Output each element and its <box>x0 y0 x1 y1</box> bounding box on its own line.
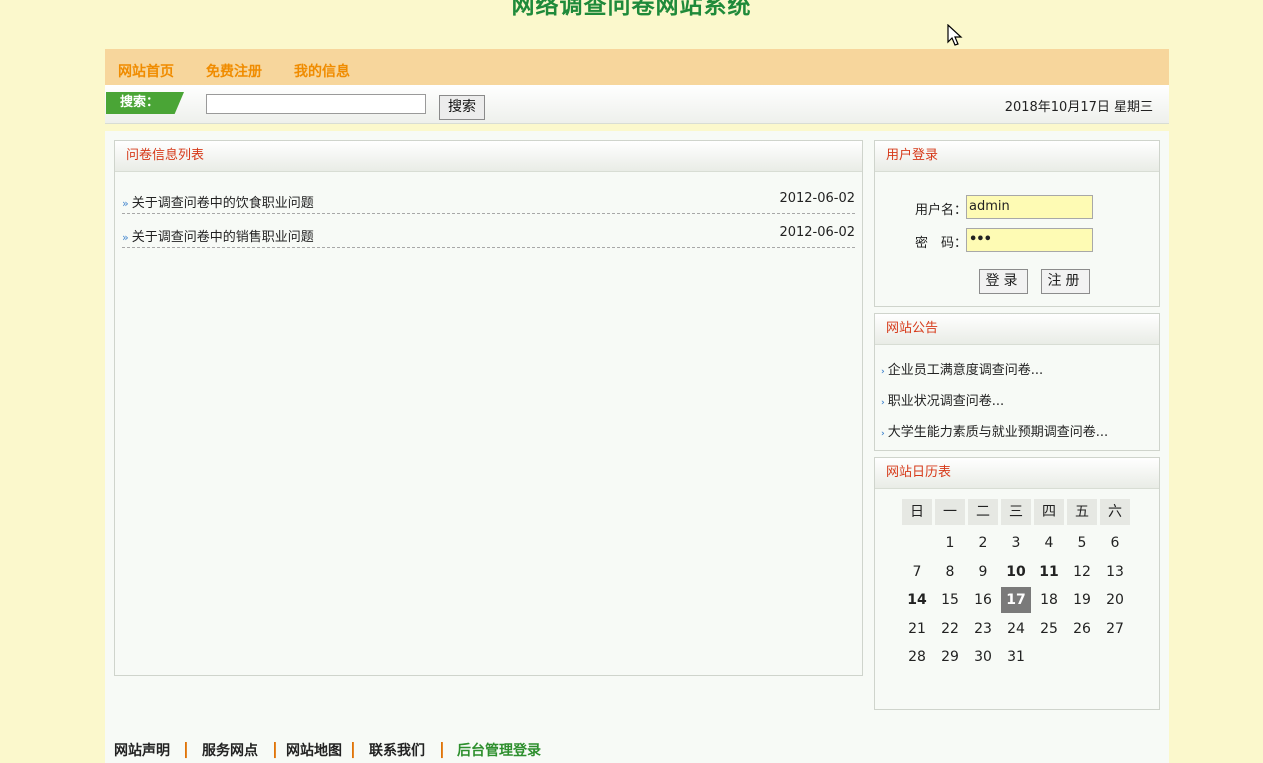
calendar-weekday-header: 三 <box>1001 499 1031 525</box>
list-item[interactable]: › 大学生能力素质与就业预期调查问卷... <box>881 421 1108 440</box>
calendar-day[interactable]: 30 <box>968 644 998 670</box>
calendar-day[interactable]: 27 <box>1100 616 1130 642</box>
chevron-right-icon: › <box>881 367 885 377</box>
calendar-day[interactable]: 25 <box>1034 616 1064 642</box>
calendar-day[interactable]: 15 <box>935 587 965 613</box>
calendar-day[interactable]: 10 <box>1001 559 1031 585</box>
search-bar: 搜索： 搜索 2018年10月17日 星期三 <box>105 85 1169 124</box>
username-field[interactable]: admin <box>966 195 1093 219</box>
calendar-day[interactable]: 9 <box>968 559 998 585</box>
list-item[interactable]: › 职业状况调查问卷... <box>881 390 1004 409</box>
password-label: 密 码： <box>915 236 968 251</box>
calendar-day[interactable]: 19 <box>1067 587 1097 613</box>
chevron-right-icon: › <box>881 429 885 439</box>
calendar-day[interactable]: 11 <box>1034 559 1064 585</box>
list-item[interactable]: » 关于调查问卷中的饮食职业问题 2012-06-02 <box>122 180 855 214</box>
calendar-weekday-header: 五 <box>1067 499 1097 525</box>
calendar-day[interactable]: 6 <box>1100 530 1130 556</box>
notice-title: 网站公告 <box>875 314 1159 345</box>
calendar-today[interactable]: 17 <box>1001 587 1031 614</box>
calendar-day[interactable]: 8 <box>935 559 965 585</box>
calendar-weekday-header: 四 <box>1034 499 1064 525</box>
calendar-day[interactable]: 20 <box>1100 587 1130 613</box>
notice-link[interactable]: 大学生能力素质与就业预期调查问卷... <box>888 425 1108 440</box>
nav-register-link[interactable]: 免费注册 <box>206 61 262 81</box>
survey-date: 2012-06-02 <box>779 191 855 206</box>
password-field[interactable]: ••• <box>966 228 1093 252</box>
calendar-day[interactable]: 31 <box>1001 644 1031 670</box>
footer-separator: | <box>183 739 189 758</box>
list-item[interactable]: › 企业员工满意度调查问卷... <box>881 359 1043 378</box>
footer-separator: | <box>350 739 356 758</box>
survey-date: 2012-06-02 <box>779 225 855 240</box>
current-date: 2018年10月17日 星期三 <box>1004 100 1153 115</box>
calendar-weekday-header: 六 <box>1100 499 1130 525</box>
footer-separator: | <box>439 739 445 758</box>
calendar-day[interactable]: 7 <box>902 559 932 585</box>
mouse-pointer-icon <box>947 24 963 46</box>
double-chevron-icon: » <box>122 197 129 210</box>
survey-title-link[interactable]: 关于调查问卷中的销售职业问题 <box>132 230 314 245</box>
footer-separator: | <box>272 739 278 758</box>
notice-link[interactable]: 企业员工满意度调查问卷... <box>888 363 1043 378</box>
username-label: 用户名： <box>915 203 968 218</box>
calendar-panel: 网站日历表 日一二三四五六 1 2 3 4 5 6 7 8 9 10 11 12 13 14 15 16 17 18… <box>874 457 1160 710</box>
nav-home-link[interactable]: 网站首页 <box>118 61 174 81</box>
nav-my-info-link[interactable]: 我的信息 <box>294 61 350 81</box>
footer-sitemap-link[interactable]: 网站地图 <box>286 740 342 760</box>
chevron-right-icon: › <box>881 398 885 408</box>
calendar-day[interactable]: 1 <box>935 530 965 556</box>
calendar-day[interactable]: 29 <box>935 644 965 670</box>
calendar-day[interactable]: 21 <box>902 616 932 642</box>
calendar-day[interactable]: 2 <box>968 530 998 556</box>
calendar-weekday-header: 二 <box>968 499 998 525</box>
list-item[interactable]: » 关于调查问卷中的销售职业问题 2012-06-02 <box>122 214 855 248</box>
survey-list-title: 问卷信息列表 <box>115 141 862 172</box>
site-title: 网络调查问卷网站系统 <box>511 0 752 19</box>
calendar-day[interactable]: 18 <box>1034 587 1064 613</box>
footer-statement-link[interactable]: 网站声明 <box>114 740 170 760</box>
calendar-day[interactable]: 23 <box>968 616 998 642</box>
search-button[interactable]: 搜索 <box>439 95 485 120</box>
calendar-day[interactable]: 26 <box>1067 616 1097 642</box>
survey-title-link[interactable]: 关于调查问卷中的饮食职业问题 <box>132 196 314 211</box>
login-panel: 用户登录 用户名： admin 密 码： ••• 登录 注册 <box>874 140 1160 307</box>
calendar-day[interactable]: 28 <box>902 644 932 670</box>
double-chevron-icon: » <box>122 231 129 244</box>
calendar-day[interactable]: 12 <box>1067 559 1097 585</box>
calendar-day[interactable]: 13 <box>1100 559 1130 585</box>
survey-list-panel: 问卷信息列表 » 关于调查问卷中的饮食职业问题 2012-06-02 » 关于调查问… <box>114 140 863 676</box>
calendar-day[interactable]: 16 <box>968 587 998 613</box>
top-navigation: 网站首页 免费注册 我的信息 <box>105 49 1169 85</box>
search-input[interactable] <box>206 94 426 114</box>
calendar-day[interactable]: 3 <box>1001 530 1031 556</box>
login-button[interactable]: 登录 <box>979 269 1028 294</box>
calendar-title: 网站日历表 <box>875 458 1159 489</box>
calendar-day[interactable]: 24 <box>1001 616 1031 642</box>
calendar-day[interactable]: 5 <box>1067 530 1097 556</box>
notice-link[interactable]: 职业状况调查问卷... <box>888 394 1004 409</box>
footer-service-link[interactable]: 服务网点 <box>202 740 258 760</box>
footer-contact-link[interactable]: 联系我们 <box>369 740 425 760</box>
register-button[interactable]: 注册 <box>1041 269 1090 294</box>
calendar-weekday-header: 日 <box>902 499 932 525</box>
divider-strip <box>105 124 1169 131</box>
calendar-day[interactable]: 4 <box>1034 530 1064 556</box>
search-tag-label: 搜索： <box>106 92 184 114</box>
calendar-weekday-header: 一 <box>935 499 965 525</box>
main-container: 网站首页 免费注册 我的信息 搜索： 搜索 2018年10月17日 星期三 问卷… <box>105 49 1169 763</box>
notice-panel: 网站公告 › 企业员工满意度调查问卷... › 职业状况调查问卷... › 大学生能力… <box>874 313 1160 451</box>
calendar-day[interactable]: 14 <box>902 587 932 613</box>
login-title: 用户登录 <box>875 141 1159 172</box>
footer-admin-login-link[interactable]: 后台管理登录 <box>457 740 541 760</box>
calendar-day[interactable]: 22 <box>935 616 965 642</box>
